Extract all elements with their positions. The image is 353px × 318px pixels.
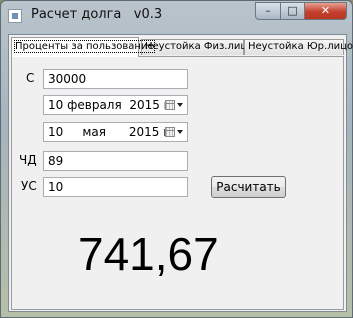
tab-penalty-individual[interactable]: Неустойка Физ.лицо (141, 39, 253, 55)
start-date-dropdown[interactable] (165, 99, 183, 111)
tab-interest-label: Проценты за пользование (14, 40, 155, 53)
chevron-down-icon (177, 103, 183, 107)
tab-strip: Проценты за пользование Неустойка Физ.ли… (11, 37, 353, 57)
end-date-text: 10 мая 2015 г. (48, 123, 173, 141)
start-date-text: 10 февраля 2015 г. (48, 96, 174, 114)
c-input[interactable]: 30000 (43, 69, 188, 89)
tab-penalty-individual-label: Неустойка Физ.лицо (145, 41, 254, 52)
client-area: Проценты за пользование Неустойка Физ.ли… (8, 34, 353, 312)
app-icon (8, 9, 22, 23)
tab-penalty-company-label: Неустойка Юр.лицо (248, 41, 353, 52)
us-input[interactable]: 10 (43, 177, 188, 197)
start-date-picker[interactable]: 10 февраля 2015 г. (43, 95, 188, 115)
end-date-month: мая (82, 125, 106, 139)
calculate-button[interactable]: Расчитать (211, 176, 286, 198)
close-button[interactable]: ✕ (304, 2, 347, 20)
window-title: Расчет долга v0.3 (31, 7, 163, 22)
end-date-dropdown[interactable] (165, 126, 183, 138)
app-window: Расчет долга v0.3 – □ ✕ Проценты за поль… (0, 0, 353, 318)
chevron-down-icon (177, 130, 183, 134)
end-date-picker[interactable]: 10 мая 2015 г. (43, 122, 188, 142)
end-date-day: 10 (48, 125, 64, 139)
result-value: 741,67 (78, 228, 219, 280)
calendar-icon (165, 100, 175, 110)
start-date-day: 10 (48, 98, 64, 112)
calendar-icon (165, 127, 175, 137)
chd-input[interactable]: 89 (43, 151, 188, 171)
maximize-button[interactable]: □ (280, 2, 305, 20)
tab-penalty-company[interactable]: Неустойка Юр.лицо (244, 39, 353, 55)
c-label: С (26, 71, 35, 85)
chd-label: ЧД (19, 153, 37, 167)
title-bar[interactable]: Расчет долга v0.3 – □ ✕ (1, 1, 352, 29)
minimize-button[interactable]: – (255, 2, 281, 20)
start-date-month: февраля (67, 98, 122, 112)
tab-interest[interactable]: Проценты за пользование (11, 37, 155, 57)
us-label: УС (21, 179, 37, 193)
tab-panel-interest: С 30000 10 февраля 2015 г. 10 мая 2015 г… (11, 56, 344, 310)
